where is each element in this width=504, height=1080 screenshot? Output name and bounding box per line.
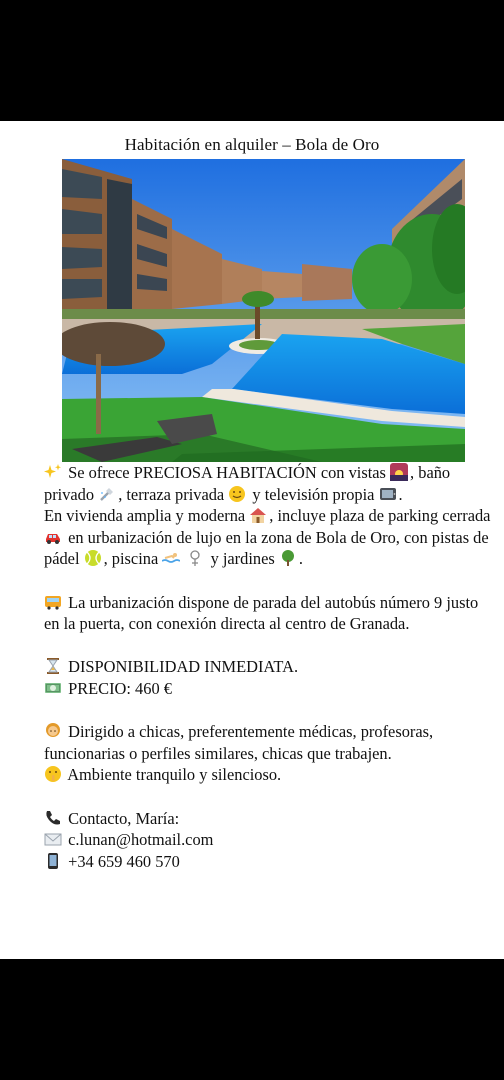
sunset-icon	[390, 463, 409, 481]
pool-text: , piscina	[103, 549, 159, 569]
listing-document: Habitación en alquiler – Bola de Oro Se …	[0, 121, 504, 959]
ambient-text: Ambiente tranquilo y silencioso.	[67, 765, 282, 785]
contact-phone[interactable]: +34 659 460 570	[68, 852, 180, 871]
paragraph-room-features: Se ofrece PRECIOSA HABITACIÓN con vistas…	[44, 462, 492, 505]
tree-icon	[279, 549, 297, 567]
paragraph-home-features: En vivienda amplia y moderna , incluye p…	[44, 505, 492, 570]
hourglass-icon	[44, 657, 62, 675]
availability-text: DISPONIBILIDAD INMEDIATA.	[68, 657, 299, 677]
paragraph-bus: La urbanización dispone de parada del au…	[44, 592, 492, 635]
paragraph-price: PRECIO: 460 €	[44, 678, 492, 700]
swimmer-icon	[162, 549, 181, 567]
period-text: .	[298, 549, 303, 569]
phone-receiver-icon	[44, 809, 62, 827]
gardens-text: y jardines	[210, 549, 275, 569]
own-tv-text: y televisión propia	[252, 484, 375, 504]
apartment-pool-photo	[62, 159, 465, 462]
listing-body: Se ofrece PRECIOSA HABITACIÓN con vistas…	[44, 462, 492, 872]
shower-icon	[98, 485, 116, 503]
paragraph-availability: DISPONIBILIDAD INMEDIATA.	[44, 656, 492, 678]
smiling-face-icon	[228, 485, 246, 503]
price-text: PRECIO: 460 €	[68, 678, 172, 698]
paragraph-phone: +34 659 460 570	[44, 851, 492, 873]
bus-stop-text: La urbanización dispone de parada del au…	[44, 592, 479, 634]
spacious-home-text: En vivienda amplia y moderna	[44, 506, 246, 526]
target-text: Dirigido a chicas, preferentemente médic…	[44, 722, 434, 763]
comma-text: ,	[410, 463, 415, 482]
period-text: .	[398, 484, 403, 504]
contact-email[interactable]: c.lunan@hotmail.com	[68, 830, 213, 849]
tennis-ball-icon	[84, 549, 102, 567]
television-icon	[379, 485, 397, 503]
banknote-icon	[44, 679, 62, 697]
shushing-face-icon	[44, 765, 62, 783]
contact-name: Contacto, María:	[68, 808, 180, 828]
female-sign-icon	[186, 549, 204, 567]
mobile-phone-icon	[44, 852, 62, 870]
envelope-icon	[44, 830, 62, 848]
bus-icon	[44, 593, 62, 611]
private-terrace-text: , terraza privada	[118, 484, 225, 504]
paragraph-contact: Contacto, María:	[44, 808, 492, 830]
paragraph-ambient: Ambiente tranquilo y silencioso.	[44, 764, 492, 786]
listing-title: Habitación en alquiler – Bola de Oro	[124, 135, 380, 154]
car-icon	[44, 528, 62, 546]
paragraph-target: Dirigido a chicas, preferentemente médic…	[44, 721, 492, 764]
parking-text: , incluye plaza de parking cerrada	[269, 506, 491, 526]
paragraph-email: c.lunan@hotmail.com	[44, 829, 492, 851]
woman-icon	[44, 722, 62, 740]
house-icon	[249, 506, 267, 524]
room-offer-text: Se ofrece PRECIOSA HABITACIÓN con vistas	[68, 463, 386, 482]
sparkles-icon	[44, 463, 62, 481]
